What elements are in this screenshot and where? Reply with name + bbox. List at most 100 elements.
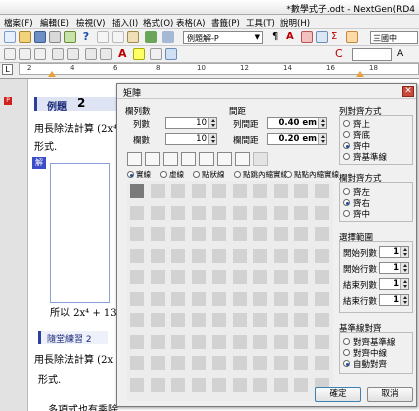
matrix-cell[interactable] [191, 227, 206, 241]
matrix-cell[interactable] [130, 377, 144, 392]
matrix-cell[interactable] [171, 270, 185, 284]
matrix-cell[interactable] [212, 205, 226, 220]
image-icon[interactable] [301, 31, 313, 43]
matrix-cell[interactable] [171, 313, 185, 327]
matrix-cell[interactable] [191, 270, 206, 284]
end-col-spinner[interactable]: 1 [379, 278, 409, 290]
line-option-radio[interactable] [234, 171, 241, 178]
align-right-icon[interactable] [34, 48, 46, 60]
spellcheck-icon[interactable] [64, 31, 76, 43]
matrix-cell[interactable] [150, 227, 165, 241]
matrix-cell[interactable] [294, 248, 308, 263]
numbered-list-icon[interactable] [67, 48, 79, 60]
matrix-cell[interactable] [232, 248, 247, 263]
matrix-cell[interactable] [294, 270, 308, 284]
outdent-icon[interactable] [100, 48, 112, 60]
menu-table[interactable]: 表格(A) [176, 17, 205, 29]
matrix-cell[interactable] [314, 184, 329, 198]
matrix-cell[interactable] [130, 313, 144, 327]
line-right-button[interactable] [181, 152, 196, 166]
menu-tools[interactable]: 工具(T) [246, 17, 275, 29]
matrix-cell[interactable] [232, 291, 247, 306]
matrix-cell[interactable] [273, 184, 288, 198]
matrix-cell[interactable] [212, 248, 226, 263]
matrix-cell[interactable] [294, 205, 308, 220]
matrix-cell[interactable] [294, 227, 308, 241]
spinner-arrows-icon[interactable] [400, 263, 408, 273]
line-clear-button[interactable] [253, 152, 268, 166]
start-col-spinner[interactable]: 1 [379, 246, 409, 258]
rows-spinner[interactable]: 10 [165, 133, 217, 145]
matrix-cell[interactable] [232, 356, 247, 370]
matrix-cell[interactable] [191, 248, 206, 263]
matrix-cell[interactable] [150, 356, 165, 370]
highlight-icon[interactable] [133, 48, 145, 60]
matrix-cell[interactable] [130, 184, 144, 198]
close-icon[interactable]: ✕ [402, 86, 414, 97]
line-option-radio[interactable] [193, 171, 200, 178]
line-option-radio[interactable] [127, 171, 134, 178]
col-spacing-spinner[interactable]: 0.20 em [267, 133, 327, 145]
copy-icon[interactable] [112, 31, 124, 43]
menu-bookmark[interactable]: 書籤(P) [211, 17, 240, 29]
ok-button[interactable]: 確定 [315, 387, 361, 402]
matrix-cell[interactable] [253, 227, 267, 241]
school-select[interactable]: 三國中 [370, 31, 418, 44]
right-indent-marker-icon[interactable] [356, 71, 364, 77]
matrix-cell[interactable] [232, 227, 247, 241]
matrix-cell[interactable] [150, 313, 165, 327]
cols-spinner[interactable]: 10 [165, 117, 217, 129]
matrix-cell[interactable] [171, 356, 185, 370]
matrix-cell[interactable] [171, 184, 185, 198]
menu-view[interactable]: 檢視(V) [76, 17, 105, 29]
matrix-cell[interactable] [294, 184, 308, 198]
matrix-cell[interactable] [171, 334, 185, 349]
matrix-cell[interactable] [171, 248, 185, 263]
font-size-select[interactable] [352, 48, 392, 61]
matrix-cell[interactable] [294, 291, 308, 306]
matrix-cell[interactable] [130, 356, 144, 370]
row-align-radio[interactable] [343, 199, 350, 206]
undo-icon[interactable] [145, 31, 157, 43]
matrix-cell[interactable] [273, 227, 288, 241]
matrix-cell[interactable] [171, 227, 185, 241]
spinner-arrows-icon[interactable] [318, 134, 326, 144]
matrix-cell[interactable] [253, 291, 267, 306]
baseline-radio[interactable] [343, 338, 350, 345]
help-icon[interactable]: ? [80, 31, 92, 43]
matrix-cell[interactable] [314, 248, 329, 263]
matrix-cell[interactable] [191, 184, 206, 198]
spinner-arrows-icon[interactable] [400, 295, 408, 305]
matrix-cell[interactable] [150, 377, 165, 392]
row-align-radio[interactable] [343, 210, 350, 217]
matrix-cell[interactable] [212, 184, 226, 198]
menu-help[interactable]: 說明(H) [280, 17, 310, 29]
menu-file[interactable]: 檔案(F) [4, 17, 33, 29]
matrix-cell[interactable] [130, 291, 144, 306]
matrix-cell[interactable] [171, 291, 185, 306]
background-icon[interactable] [165, 48, 177, 60]
matrix-cell[interactable] [212, 313, 226, 327]
matrix-cell[interactable] [294, 334, 308, 349]
matrix-cell[interactable] [191, 205, 206, 220]
matrix-cell[interactable] [232, 313, 247, 327]
baseline-radio[interactable] [343, 360, 350, 367]
new-document-icon[interactable] [4, 31, 16, 43]
border-icon[interactable] [150, 48, 162, 60]
matrix-cell[interactable] [253, 270, 267, 284]
font-color-icon[interactable]: A [286, 31, 298, 43]
matrix-cell[interactable] [253, 356, 267, 370]
matrix-cell[interactable] [273, 356, 288, 370]
col-align-radio[interactable] [343, 153, 350, 160]
line-all-button[interactable] [235, 152, 250, 166]
tab-stop-selector[interactable]: L [2, 64, 13, 75]
menu-edit[interactable]: 編輯(E) [40, 17, 69, 29]
row-align-radio[interactable] [343, 188, 350, 195]
matrix-cell[interactable] [294, 356, 308, 370]
line-option-radio[interactable] [285, 171, 292, 178]
paragraph-style-select[interactable]: 例題解-P ▼ [183, 31, 263, 44]
sigma-icon[interactable]: Σ [331, 31, 343, 43]
text-color-icon[interactable]: A [118, 48, 130, 60]
spinner-arrows-icon[interactable] [208, 118, 216, 128]
draw-icon[interactable] [346, 31, 358, 43]
